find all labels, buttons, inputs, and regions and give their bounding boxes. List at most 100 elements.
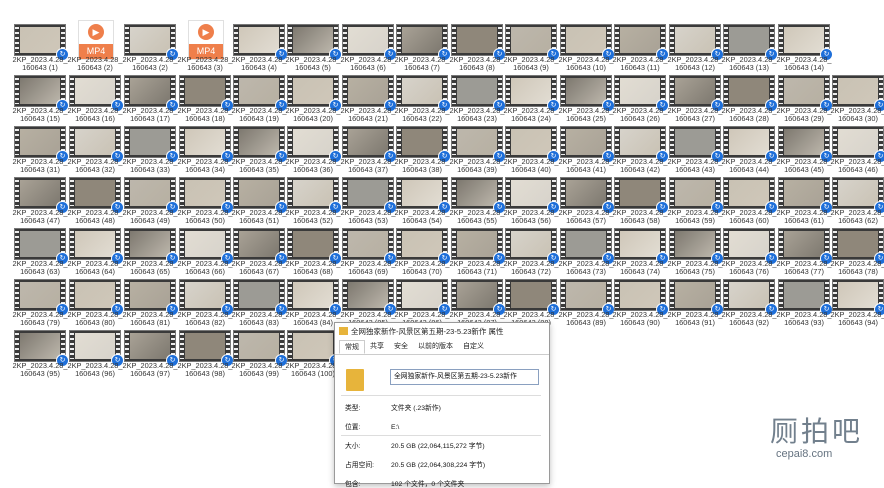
file-item[interactable]: ↻ 2KP_2023.4.28_ 160643 (54) (394, 177, 451, 225)
file-item[interactable]: ↻2KP_2023.4.28_ 160643 (88) (503, 279, 560, 327)
file-item[interactable]: ↻ 2KP_2023.4.28_ 160643 (76) (721, 228, 778, 276)
file-item[interactable]: ↻ 2KP_2023.4.28_ 160643 (21) (340, 75, 397, 123)
tab-customize[interactable]: 自定义 (458, 340, 489, 354)
file-item[interactable]: ↻ 2KP_2023.4.28_ 160643 (78) (830, 228, 884, 276)
file-item[interactable]: ↻ 2KP_2023.4.28_ 160643 (89) (558, 279, 615, 327)
tab-previous-versions[interactable]: 以前的版本 (413, 340, 458, 354)
file-item[interactable]: ↻ 2KP_2023.4.28_ 160643 (30) (830, 75, 884, 123)
file-item[interactable]: ↻ 2KP_2023.4.28_ 160643 (61) (776, 177, 833, 225)
file-item[interactable]: ↻ 2KP_2023.4.28_ 160643 (23) (449, 75, 506, 123)
file-item[interactable]: ↻ 2KP_2023.4.28_ 160643 (57) (558, 177, 615, 225)
file-item[interactable]: ↻ 2KP_2023.4.28_ 160643 (73) (558, 228, 615, 276)
file-item[interactable]: ↻ 2KP_2023.4.28_ 160643 (62) (830, 177, 884, 225)
file-item[interactable]: ↻ 2KP_2023.4.28_ 160643 (32) (67, 126, 124, 174)
file-item[interactable]: ↻ 2KP_2023.4.28_ 160643 (9) (503, 24, 560, 72)
file-item[interactable]: ↻ 2KP_2023.4.28_ 160643 (52) (285, 177, 342, 225)
file-item[interactable]: ↻ 2KP_2023.4.28_ 160643 (77) (776, 228, 833, 276)
file-item[interactable]: ↻ 2KP_2023.4.28_ 160643 (84) (285, 279, 342, 327)
file-item[interactable]: ↻ 2KP_2023.4.28_ 160643 (64) (67, 228, 124, 276)
file-item[interactable]: ↻ 2KP_2023.4.28_ 160643 (69) (340, 228, 397, 276)
file-item[interactable]: ↻ 2KP_2023.4.28_ 160643 (42) (612, 126, 669, 174)
file-item[interactable]: ↻ 2KP_2023.4.28_ 160643 (35) (231, 126, 288, 174)
file-item[interactable]: ↻2KP_2023.4.28_ 160643 (86) (394, 279, 451, 327)
file-item[interactable]: ↻ 2KP_2023.4.28_ 160643 (5) (285, 24, 342, 72)
file-item[interactable]: ↻ 2KP_2023.4.28_ 160643 (16) (67, 75, 124, 123)
file-item[interactable]: ↻ 2KP_2023.4.28_ 160643 (28) (721, 75, 778, 123)
folder-name-input[interactable]: 全网独家新作-风景区第五期-23-5.23新作 (390, 369, 539, 385)
file-item[interactable]: ↻ 2KP_2023.4.28_ 160643 (19) (231, 75, 288, 123)
file-item[interactable]: ↻ 2KP_2023.4.28_ 160643 (90) (612, 279, 669, 327)
file-item[interactable]: ↻ 2KP_2023.4.28_ 160643 (7) (394, 24, 451, 72)
file-item[interactable]: ↻ 2KP_2023.4.28_ 160643 (41) (558, 126, 615, 174)
file-item[interactable]: ↻ 2KP_2023.4.28_ 160643 (95) (12, 330, 69, 378)
file-item[interactable]: ↻ 2KP_2023.4.28_ 160643 (47) (12, 177, 69, 225)
file-item[interactable]: ↻ 2KP_2023.4.28_ 160643 (83) (231, 279, 288, 327)
file-item[interactable]: ↻2KP_2023.4.28_ 160643 (85) (340, 279, 397, 327)
file-item[interactable]: ↻ 2KP_2023.4.28_ 160643 (72) (503, 228, 560, 276)
file-item[interactable]: ↻ 2KP_2023.4.28_ 160643 (68) (285, 228, 342, 276)
tab-general[interactable]: 常规 (339, 340, 365, 354)
file-item[interactable]: ↻ 2KP_2023.4.28_ 160643 (4) (231, 24, 288, 72)
file-item[interactable]: ↻ 2KP_2023.4.28_ 160643 (17) (122, 75, 179, 123)
file-item[interactable]: ↻ 2KP_2023.4.28_ 160643 (38) (394, 126, 451, 174)
file-item[interactable]: ↻ 2KP_2023.4.28_ 160643 (48) (67, 177, 124, 225)
file-item[interactable]: ↻ 2KP_2023.4.28_ 160643 (14) (776, 24, 833, 72)
file-item[interactable]: ↻ 2KP_2023.4.28_ 160643 (71) (449, 228, 506, 276)
file-item[interactable]: ↻ 2KP_2023.4.28_ 160643 (98) (177, 330, 234, 378)
file-item[interactable]: ↻ 2KP_2023.4.28_ 160643 (67) (231, 228, 288, 276)
file-item[interactable]: ↻ 2KP_2023.4.28_ 160643 (53) (340, 177, 397, 225)
file-item[interactable]: ↻ 2KP_2023.4.28_ 160643 (55) (449, 177, 506, 225)
file-item[interactable]: ↻ 2KP_2023.4.28_ 160643 (18) (177, 75, 234, 123)
file-item[interactable]: ↻ 2KP_2023.4.28_ 160643 (44) (721, 126, 778, 174)
file-item[interactable]: ↻ 2KP_2023.4.28_ 160643 (12) (667, 24, 724, 72)
file-item[interactable]: ↻ 2KP_2023.4.28_ 160643 (99) (231, 330, 288, 378)
file-item[interactable]: ↻ 2KP_2023.4.28_ 160643 (36) (285, 126, 342, 174)
file-item[interactable]: ↻ 2KP_2023.4.28_ 160643 (79) (12, 279, 69, 327)
file-item[interactable]: ↻ 2KP_2023.4.28_ 160643 (24) (503, 75, 560, 123)
file-item[interactable]: ↻ 2KP_2023.4.28_ 160643 (13) (721, 24, 778, 72)
file-item[interactable]: ↻ 2KP_2023.4.28_ 160643 (82) (177, 279, 234, 327)
file-item[interactable]: ▶ MP4 2KP_2023.4.28_ 160643 (2) (67, 20, 123, 72)
file-item[interactable]: ↻ 2KP_2023.4.28_ 160643 (11) (612, 24, 669, 72)
file-item[interactable]: ↻ 2KP_2023.4.28_ 160643 (96) (67, 330, 124, 378)
file-item[interactable]: ↻ 2KP_2023.4.28_ 160643 (29) (776, 75, 833, 123)
file-item[interactable]: ↻ 2KP_2023.4.28_ 160643 (31) (12, 126, 69, 174)
file-item[interactable]: ↻ 2KP_2023.4.28_ 160643 (97) (122, 330, 179, 378)
file-item[interactable]: ↻ 2KP_2023.4.28_ 160643 (46) (830, 126, 884, 174)
file-item[interactable]: ↻ 2KP_2023.4.28_ 160643 (92) (721, 279, 778, 327)
file-item[interactable]: ↻ 2KP_2023.4.28_ 160643 (10) (558, 24, 615, 72)
file-item[interactable]: ↻ 2KP_2023.4.28_ 160643 (49) (122, 177, 179, 225)
tab-security[interactable]: 安全 (389, 340, 413, 354)
file-item[interactable]: ↻ 2KP_2023.4.28_ 160643 (43) (667, 126, 724, 174)
file-item[interactable]: ↻ 2KP_2023.4.28_ 160643 (40) (503, 126, 560, 174)
file-item[interactable]: ↻2KP_2023.4.28_ 160643 (100) (285, 330, 342, 378)
file-item[interactable]: ↻ 2KP_2023.4.28_ 160643 (50) (177, 177, 234, 225)
file-item[interactable]: ↻ 2KP_2023.4.28_ 160643 (70) (394, 228, 451, 276)
file-item[interactable]: ▶ MP4 2KP_2023.4.28_ 160643 (3) (177, 20, 233, 72)
file-item[interactable]: ↻ 2KP_2023.4.28_ 160643 (2) (122, 24, 179, 72)
file-item[interactable]: ↻ 2KP_2023.4.28_ 160643 (25) (558, 75, 615, 123)
file-item[interactable]: ↻ 2KP_2023.4.28_ 160643 (39) (449, 126, 506, 174)
file-item[interactable]: ↻ 2KP_2023.4.28_ 160643 (45) (776, 126, 833, 174)
file-item[interactable]: ↻ 2KP_2023.4.28_ 160643 (34) (177, 126, 234, 174)
file-item[interactable]: ↻ 2KP_2023.4.28_ 160643 (93) (776, 279, 833, 327)
file-item[interactable]: ↻ 2KP_2023.4.28_ 160643 (63) (12, 228, 69, 276)
file-item[interactable]: ↻ 2KP_2023.4.28_ 160643 (20) (285, 75, 342, 123)
file-item[interactable]: ↻ 2KP_2023.4.28_ 160643 (74) (612, 228, 669, 276)
file-item[interactable]: ↻ 2KP_2023.4.28_ 160643 (65) (122, 228, 179, 276)
file-item[interactable]: ↻ 2KP_2023.4.28_ 160643 (60) (721, 177, 778, 225)
file-item[interactable]: ↻ 2KP_2023.4.28_ 160643 (75) (667, 228, 724, 276)
file-item[interactable]: ↻ 2KP_2023.4.28_ 160643 (27) (667, 75, 724, 123)
file-item[interactable]: ↻ 2KP_2023.4.28_ 160643 (59) (667, 177, 724, 225)
file-item[interactable]: ↻ 2KP_2023.4.28_ 160643 (8) (449, 24, 506, 72)
file-item[interactable]: ↻ 2KP_2023.4.28_ 160643 (66) (177, 228, 234, 276)
file-item[interactable]: ↻ 2KP_2023.4.28_ 160643 (80) (67, 279, 124, 327)
file-item[interactable]: ↻ 2KP_2023.4.28_ 160643 (22) (394, 75, 451, 123)
file-item[interactable]: ↻ 2KP_2023.4.28_ 160643 (81) (122, 279, 179, 327)
file-item[interactable]: ↻ 2KP_2023.4.28_ 160643 (51) (231, 177, 288, 225)
file-item[interactable]: ↻ 2KP_2023.4.28_ 160643 (94) (830, 279, 884, 327)
file-item[interactable]: ↻ 2KP_2023.4.28_ 160643 (37) (340, 126, 397, 174)
file-item[interactable]: ↻ 2KP_2023.4.28_ 160643 (33) (122, 126, 179, 174)
file-item[interactable]: ↻ 2KP_2023.4.28_ 160643 (56) (503, 177, 560, 225)
file-item[interactable]: ↻ 2KP_2023.4.28_ 160643 (91) (667, 279, 724, 327)
